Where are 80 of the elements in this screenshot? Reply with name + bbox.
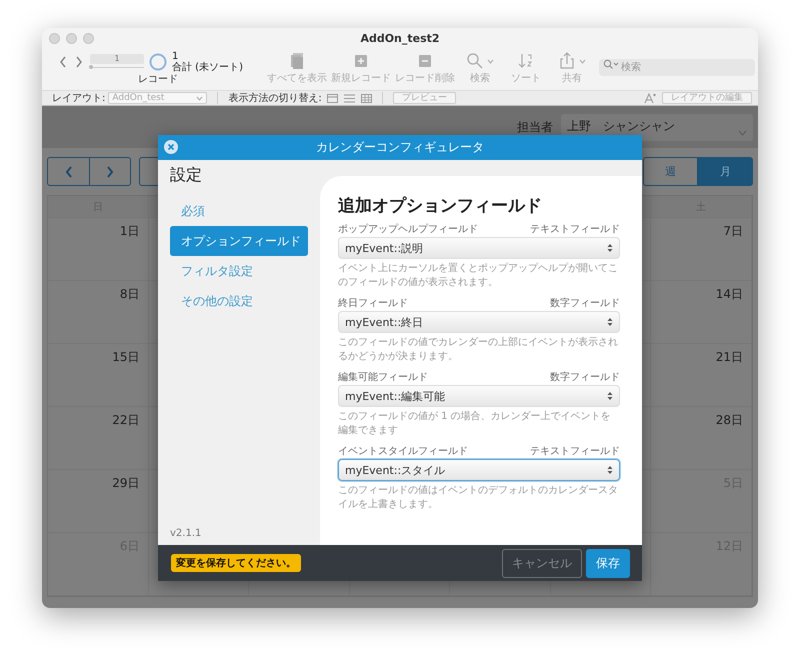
caret-icon bbox=[487, 58, 494, 64]
chevron-icon bbox=[738, 130, 747, 136]
version-label: v2.1.1 bbox=[170, 528, 202, 539]
close-icon bbox=[164, 140, 178, 154]
field-type: テキストフィールド bbox=[530, 223, 620, 236]
field-select[interactable]: myEvent::編集可能 bbox=[338, 385, 620, 407]
toolbar-button[interactable]: 共有 bbox=[548, 51, 595, 85]
notice-badge: 変更を保存してください。 bbox=[171, 554, 301, 572]
window-control[interactable] bbox=[66, 32, 77, 44]
cancel-button[interactable]: キャンセル bbox=[502, 548, 582, 578]
day-cell: 28日 bbox=[651, 407, 752, 470]
toolbar-button[interactable]: 新規レコード bbox=[328, 51, 393, 85]
field-type: 数字フィールド bbox=[550, 296, 620, 310]
toolbar-button[interactable]: ソート bbox=[502, 51, 549, 85]
help-text: このフィールドの値はイベントのデフォルトのカレンダースタイルを上書きします。 bbox=[338, 484, 619, 512]
search-field[interactable]: 検索 bbox=[598, 59, 755, 76]
day-cell: 1日 bbox=[48, 218, 149, 281]
stepper-icon bbox=[607, 317, 613, 327]
field-select[interactable]: myEvent::終日 bbox=[338, 311, 620, 333]
edit-layout-button[interactable]: レイアウトの編集 bbox=[662, 92, 752, 104]
person-label: 担当者 bbox=[517, 118, 553, 136]
field-type: テキストフィールド bbox=[530, 445, 620, 458]
toolbar-label: レコード bbox=[138, 74, 179, 86]
help-text: イベント上にカーソルを置くとポップアップヘルプが開いてこのフィールドの値が表示されます。 bbox=[338, 262, 619, 290]
view-tab[interactable]: 週 bbox=[643, 157, 698, 186]
record-number-field[interactable]: 1 bbox=[90, 54, 144, 64]
stepper-icon bbox=[607, 243, 613, 253]
section-title: 追加オプションフィールド bbox=[338, 195, 543, 217]
stepper-icon bbox=[607, 465, 613, 475]
form-view-icon[interactable] bbox=[326, 94, 338, 102]
chevron-icon bbox=[196, 96, 204, 100]
preview-button[interactable]: プレビュー bbox=[392, 92, 456, 104]
day-cell: 29日 bbox=[48, 470, 149, 533]
field-label: 終日フィールド bbox=[338, 297, 408, 310]
dialog-title: カレンダーコンフィギュレータ bbox=[316, 139, 484, 156]
sidebar-item[interactable]: オプションフィールド bbox=[170, 226, 308, 256]
help-text: このフィールドの値が 1 の場合、カレンダー上でイベントを編集できます bbox=[338, 410, 612, 438]
table-view-icon[interactable] bbox=[360, 94, 372, 102]
text-size-icon[interactable] bbox=[644, 92, 656, 104]
day-cell: 22日 bbox=[48, 407, 149, 470]
person-dropdown[interactable]: 上野 シャンシャン bbox=[561, 114, 753, 140]
field-select[interactable]: myEvent::スタイル bbox=[338, 459, 620, 481]
sidebar-title: 設定 bbox=[170, 165, 203, 186]
sidebar-item[interactable]: その他の設定 bbox=[170, 286, 308, 316]
field-select[interactable]: myEvent::説明 bbox=[338, 237, 620, 259]
field-label: 編集可能フィールド bbox=[338, 370, 428, 384]
field-type: 数字フィールド bbox=[550, 370, 620, 384]
day-cell: 8日 bbox=[48, 281, 149, 344]
day-cell: 7日 bbox=[651, 218, 752, 281]
help-text: このフィールドの値でカレンダーの上部にイベントが表示されるかどうかが決まります。 bbox=[338, 336, 619, 364]
day-cell: 15日 bbox=[48, 344, 149, 407]
sort-status: 合計 (未ソート) bbox=[172, 62, 243, 73]
window-title: AddOn_test2 bbox=[360, 32, 440, 44]
toolbar-button[interactable]: すべてを表示 bbox=[264, 51, 329, 85]
view-tab[interactable]: 月 bbox=[698, 157, 753, 186]
layout-dropdown[interactable]: AddOn_test bbox=[108, 92, 208, 104]
day-cell: 14日 bbox=[651, 281, 752, 344]
back-icon[interactable] bbox=[58, 55, 68, 69]
slider-thumb[interactable] bbox=[89, 65, 93, 69]
window-control[interactable] bbox=[83, 32, 94, 44]
close-button[interactable] bbox=[164, 140, 178, 154]
list-view-icon[interactable] bbox=[344, 94, 355, 102]
chevron-right-icon bbox=[106, 166, 114, 178]
found-count: 1 bbox=[172, 51, 180, 62]
sidebar-item[interactable]: 必須 bbox=[170, 196, 308, 226]
chevron-left-icon bbox=[64, 166, 72, 178]
window-control[interactable] bbox=[49, 32, 60, 44]
view-label: 表示方法の切り替え: bbox=[228, 92, 322, 105]
save-button[interactable]: 保存 bbox=[586, 548, 630, 578]
field-label: ポップアップヘルプフィールド bbox=[338, 222, 478, 236]
day-cell: 21日 bbox=[651, 344, 752, 407]
layout-label: レイアウト: bbox=[52, 92, 106, 105]
caret-icon bbox=[579, 58, 586, 64]
field-label: イベントスタイルフィールド bbox=[338, 445, 468, 458]
forward-icon[interactable] bbox=[74, 55, 84, 69]
toolbar-button[interactable]: 検索 bbox=[456, 51, 503, 85]
toolbar-button[interactable]: レコード削除 bbox=[392, 51, 457, 85]
ring-icon bbox=[149, 53, 167, 71]
sidebar-item[interactable]: フィルタ設定 bbox=[170, 256, 308, 286]
stepper-icon bbox=[607, 391, 613, 401]
